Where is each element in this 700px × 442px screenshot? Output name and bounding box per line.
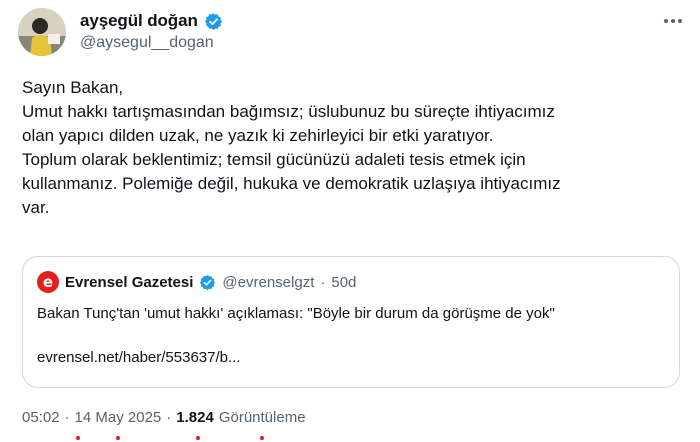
quoted-timestamp: 50d (331, 273, 357, 291)
decorative-dots (76, 436, 276, 442)
meta-separator: · (64, 408, 70, 426)
more-dot (678, 19, 682, 23)
author-handle[interactable]: @aysegul__dogan (80, 34, 214, 52)
quoted-tweet-card[interactable]: e Evrensel Gazetesi @evrenselgzt · 50d B… (22, 256, 680, 388)
quoted-link[interactable]: evrensel.net/haber/553637/b... (37, 349, 240, 366)
red-dot (260, 436, 264, 440)
tweet-text-line: Umut hakkı tartışmasından bağımsız; üslu… (22, 102, 555, 121)
avatar[interactable] (18, 8, 66, 56)
evrensel-logo-icon: e (37, 271, 59, 293)
quoted-text: Bakan Tunç'tan 'umut hakkı' açıklaması: … (37, 305, 555, 322)
verified-badge-icon (204, 12, 222, 30)
view-count: 1.824 (176, 408, 214, 426)
tweet-text-line: Toplum olarak beklentimiz; temsil gücünü… (22, 150, 526, 169)
quoted-handle: @evrenselgzt (222, 273, 315, 291)
tweet-text: Sayın Bakan, Umut hakkı tartışmasından b… (22, 76, 682, 220)
quoted-display-name: Evrensel Gazetesi (65, 273, 194, 291)
tweet-time[interactable]: 05:02 (22, 409, 60, 426)
red-dot (76, 436, 80, 440)
quoted-separator: · (320, 273, 326, 291)
views-label: Görüntüleme (218, 408, 306, 426)
author-display-name[interactable]: ayşegül doğan (80, 11, 198, 31)
quoted-author-row: e Evrensel Gazetesi @evrenselgzt · 50d (37, 271, 356, 293)
tweet-text-line: olan yapıcı dilden uzak, ne yazık ki zeh… (22, 126, 494, 145)
more-options-button[interactable] (660, 10, 686, 32)
tweet-meta: 05:02 · 14 May 2025 · 1.824 Görüntüleme (22, 406, 306, 428)
tweet: ayşegül doğan @aysegul__dogan Sayın Baka… (0, 0, 700, 442)
avatar-photo (18, 8, 66, 56)
more-dot (671, 19, 675, 23)
verified-badge-icon (200, 274, 216, 290)
tweet-text-line: kullanmanız. Polemiğe değil, hukuka ve d… (22, 174, 561, 193)
tweet-text-line: var. (22, 198, 50, 217)
red-dot (196, 436, 200, 440)
meta-separator: · (166, 408, 172, 426)
tweet-text-line: Sayın Bakan, (22, 78, 124, 97)
author-name-row: ayşegül doğan (80, 10, 223, 32)
red-dot (116, 436, 120, 440)
more-dot (664, 19, 668, 23)
tweet-date[interactable]: 14 May 2025 (75, 409, 162, 426)
